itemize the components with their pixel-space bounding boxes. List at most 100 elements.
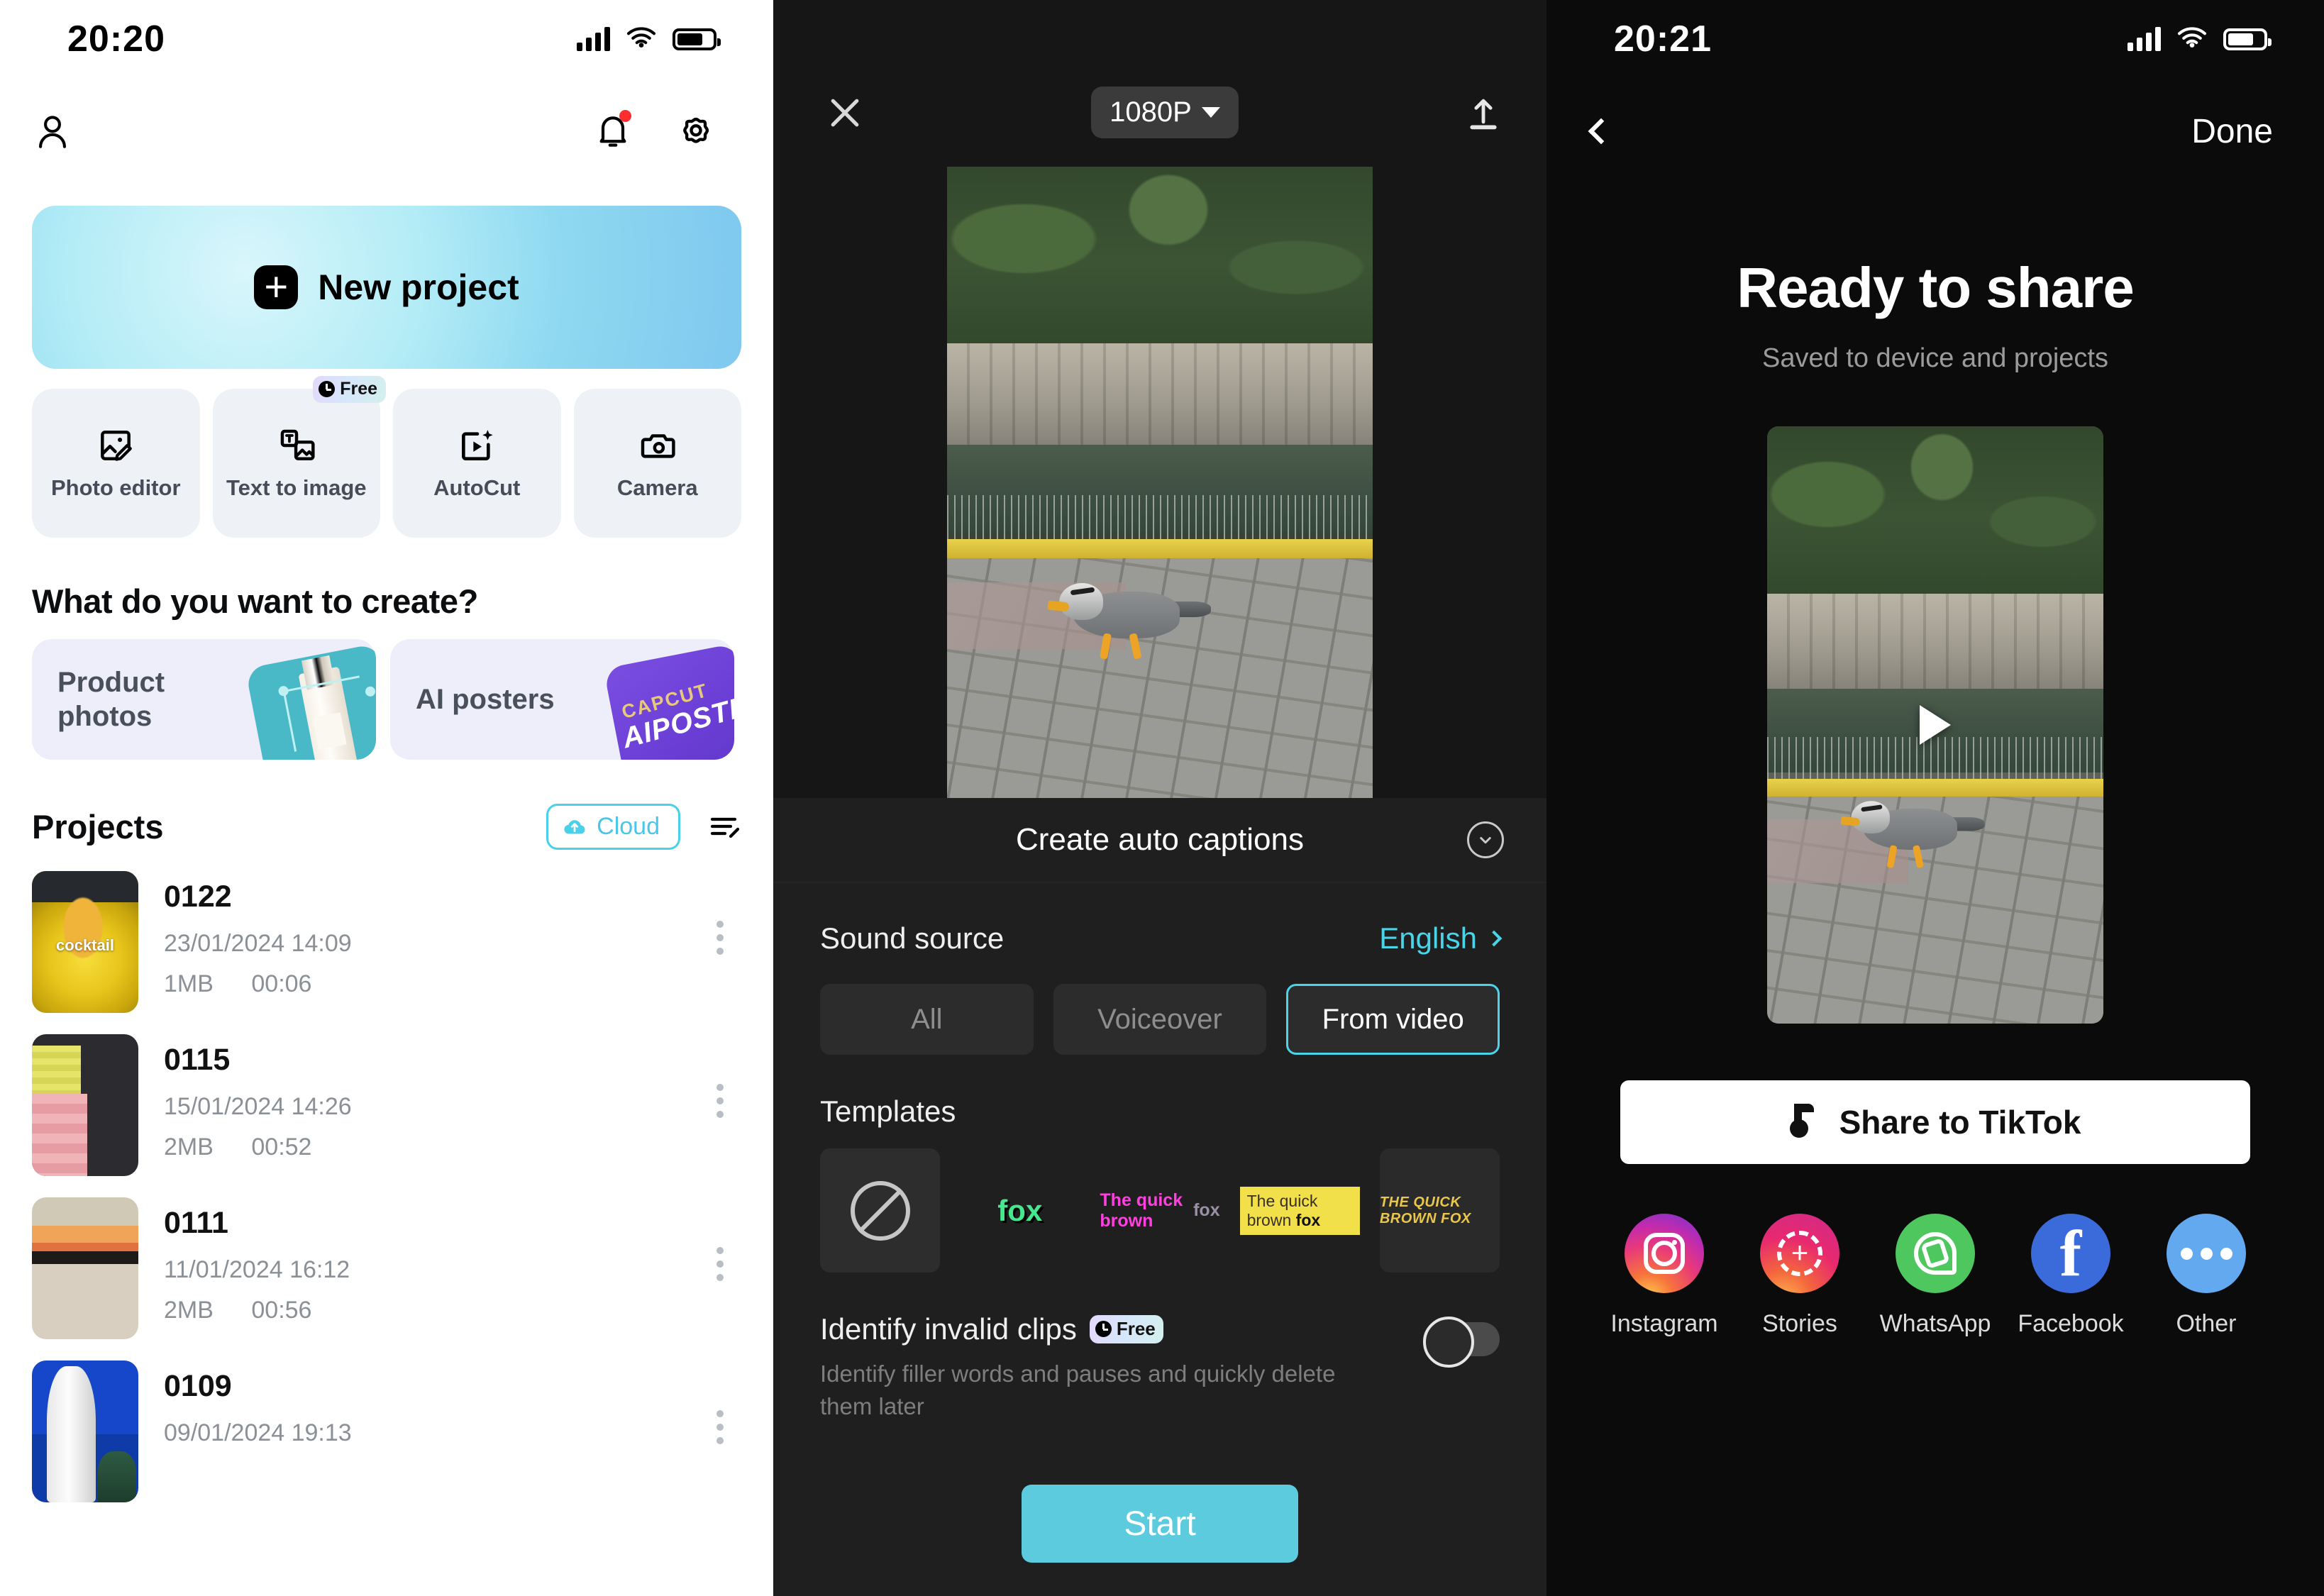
perfume-bottle-art bbox=[245, 643, 376, 760]
project-more-menu-icon[interactable] bbox=[716, 1247, 724, 1281]
share-target-stories[interactable]: Stories bbox=[1743, 1214, 1857, 1338]
facebook-icon: f bbox=[2031, 1214, 2110, 1293]
create-card-row: Product photos AI posters CAPCUT AIPOSTE… bbox=[0, 621, 773, 760]
free-badge-label: Free bbox=[1116, 1318, 1156, 1339]
thumbnail-caption: cocktail bbox=[56, 936, 114, 954]
cloud-button[interactable]: Cloud bbox=[546, 804, 680, 850]
instagram-icon bbox=[1625, 1214, 1704, 1293]
share-subheading: Saved to device and projects bbox=[1762, 343, 2108, 373]
share-target-label: WhatsApp bbox=[1879, 1310, 1991, 1337]
identify-toggle[interactable] bbox=[1423, 1317, 1500, 1368]
segment-from-video[interactable]: From video bbox=[1286, 984, 1500, 1055]
projects-header: Projects Cloud bbox=[0, 760, 773, 850]
project-date: 23/01/2024 14:09 bbox=[164, 930, 352, 957]
template-fox-green[interactable]: fox bbox=[960, 1148, 1080, 1273]
tool-text-to-image[interactable]: Free Text to image bbox=[212, 376, 386, 538]
free-badge: Free bbox=[1089, 1315, 1163, 1343]
project-list-item[interactable]: 0109 09/01/2024 19:13 bbox=[0, 1339, 773, 1502]
photo-edit-icon bbox=[101, 431, 133, 461]
share-target-other[interactable]: Other bbox=[2149, 1214, 2263, 1338]
home-top-bar bbox=[0, 78, 773, 184]
template-text-b: fox bbox=[1193, 1200, 1220, 1220]
start-button[interactable]: Start bbox=[1022, 1485, 1298, 1563]
more-dots-icon bbox=[2167, 1214, 2246, 1293]
create-card-ai-posters[interactable]: AI posters CAPCUT AIPOSTER bbox=[390, 639, 734, 760]
cloud-label: Cloud bbox=[597, 813, 660, 840]
profile-icon[interactable] bbox=[32, 111, 73, 152]
project-list-item[interactable]: 0115 15/01/2024 14:26 2MB 00:52 bbox=[0, 1013, 773, 1176]
project-list-item[interactable]: cocktail 0122 23/01/2024 14:09 1MB 00:06 bbox=[0, 850, 773, 1013]
language-selector[interactable]: English bbox=[1379, 921, 1503, 955]
template-dark-italic[interactable]: THE QUICK BROWN FOX bbox=[1379, 1148, 1500, 1273]
share-heading: Ready to share bbox=[1737, 256, 2135, 319]
project-name: 0115 bbox=[164, 1043, 231, 1077]
chevron-down-circle-icon[interactable] bbox=[1467, 821, 1504, 858]
wifi-icon bbox=[2178, 27, 2206, 48]
share-to-tiktok-button[interactable]: Share to TikTok bbox=[1620, 1080, 2250, 1164]
share-targets-row: Instagram Stories WhatsApp f Facebook Ot… bbox=[1546, 1164, 2324, 1338]
tiktok-icon bbox=[1786, 1104, 1821, 1141]
gear-icon[interactable] bbox=[675, 111, 716, 152]
project-date: 15/01/2024 14:26 bbox=[164, 1093, 352, 1120]
project-list-item[interactable]: 0111 11/01/2024 16:12 2MB 00:56 bbox=[0, 1176, 773, 1339]
sound-source-row: Sound source English bbox=[820, 883, 1503, 955]
create-section-title: What do you want to create? bbox=[32, 582, 478, 620]
share-target-label: Other bbox=[2176, 1310, 2237, 1337]
share-target-whatsapp[interactable]: WhatsApp bbox=[1878, 1214, 1992, 1338]
whatsapp-icon bbox=[1896, 1214, 1975, 1293]
share-target-label: Instagram bbox=[1610, 1310, 1718, 1337]
captions-sheet-header: Create auto captions bbox=[773, 798, 1546, 883]
tool-camera[interactable]: Camera bbox=[573, 389, 741, 538]
create-card-product-photos[interactable]: Product photos bbox=[32, 639, 376, 760]
tool-autocut[interactable]: AutoCut bbox=[393, 389, 561, 538]
status-bar: 20:21 bbox=[1546, 0, 2324, 78]
share-target-facebook[interactable]: f Facebook bbox=[2014, 1214, 2127, 1338]
cloud-upload-icon bbox=[564, 819, 585, 834]
share-screen-panel: 20:21 Done Ready to share Saved to devic… bbox=[1546, 0, 2324, 1596]
video-scene-art bbox=[947, 167, 1373, 798]
status-time: 20:21 bbox=[1614, 18, 1712, 60]
done-button[interactable]: Done bbox=[2191, 112, 2273, 151]
project-more-menu-icon[interactable] bbox=[716, 1084, 724, 1118]
projects-title: Projects bbox=[32, 808, 164, 846]
sheet-title: Create auto captions bbox=[1015, 822, 1305, 857]
project-more-menu-icon[interactable] bbox=[716, 921, 724, 955]
free-badge-label: Free bbox=[340, 379, 377, 399]
template-pink-bold[interactable]: The quick brown fox bbox=[1100, 1148, 1219, 1273]
project-more-menu-icon[interactable] bbox=[716, 1410, 724, 1444]
tool-shortcut-row: Photo editor Free Text to image AutoCut … bbox=[0, 369, 773, 538]
upload-export-icon[interactable] bbox=[1463, 94, 1504, 138]
tool-label: AutoCut bbox=[433, 475, 521, 501]
segment-voiceover[interactable]: Voiceover bbox=[1053, 984, 1267, 1055]
tool-photo-editor[interactable]: Photo editor bbox=[32, 389, 200, 538]
language-value: English bbox=[1379, 921, 1477, 955]
template-none[interactable] bbox=[820, 1148, 941, 1273]
sound-source-label: Sound source bbox=[820, 921, 1005, 955]
project-size: 2MB bbox=[164, 1134, 214, 1160]
resolution-selector[interactable]: 1080P bbox=[1091, 87, 1239, 138]
project-size: 2MB bbox=[164, 1297, 214, 1324]
template-yellow-highlight[interactable]: The quick brown fox bbox=[1239, 1148, 1360, 1273]
share-target-instagram[interactable]: Instagram bbox=[1608, 1214, 1721, 1338]
project-date: 09/01/2024 19:13 bbox=[164, 1419, 352, 1446]
templates-title: Templates bbox=[820, 1095, 956, 1128]
new-project-button[interactable]: New project bbox=[32, 206, 741, 369]
notification-badge-dot bbox=[619, 110, 631, 122]
status-time: 20:20 bbox=[67, 18, 165, 60]
plus-icon bbox=[254, 265, 299, 309]
close-x-icon[interactable] bbox=[823, 91, 867, 138]
project-name: 0111 bbox=[164, 1206, 228, 1240]
segment-all[interactable]: All bbox=[820, 984, 1034, 1055]
template-text-a: The quick brown bbox=[1100, 1190, 1183, 1231]
status-bar: 20:20 bbox=[0, 0, 773, 78]
project-date: 11/01/2024 16:12 bbox=[164, 1256, 350, 1283]
sort-edit-icon[interactable] bbox=[707, 810, 741, 844]
share-target-label: Stories bbox=[1762, 1310, 1837, 1337]
chevron-left-icon[interactable] bbox=[1588, 118, 1615, 145]
chevron-right-icon bbox=[1485, 930, 1503, 947]
exported-video-preview[interactable] bbox=[1767, 426, 2103, 1024]
tool-label: Text to image bbox=[226, 475, 367, 501]
notification-bell-icon[interactable] bbox=[593, 110, 633, 151]
video-preview[interactable] bbox=[947, 167, 1373, 798]
play-icon[interactable] bbox=[1920, 705, 1951, 745]
